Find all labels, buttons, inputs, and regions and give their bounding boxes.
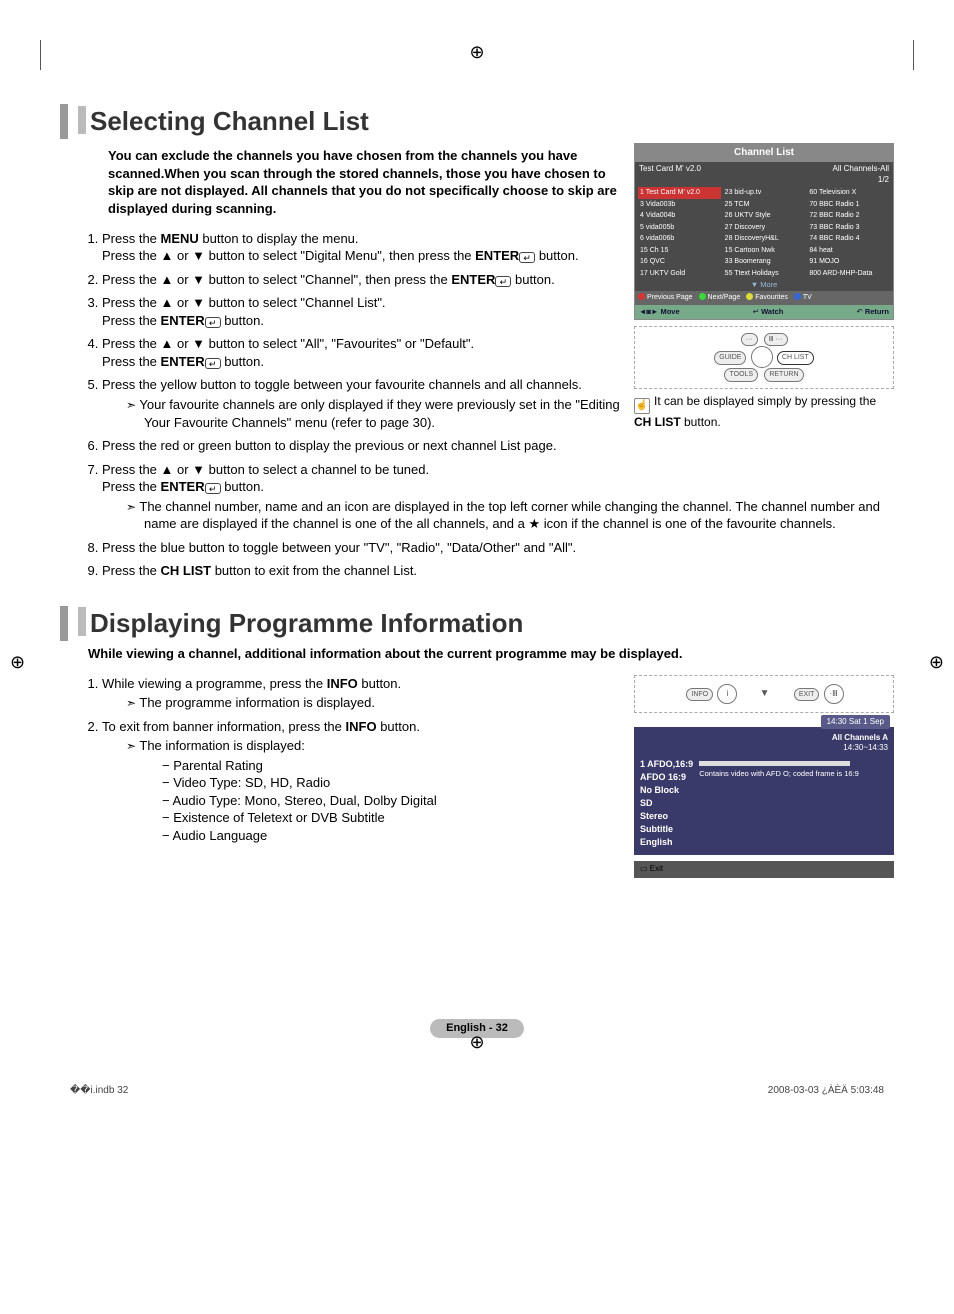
channel-row: 25 TCM — [723, 199, 806, 210]
registration-mark-left: ⊕ — [10, 650, 25, 674]
channel-row: 27 Discovery — [723, 222, 806, 233]
side-note: ☝It can be displayed simply by pressing … — [634, 393, 894, 430]
s2-step-1: While viewing a programme, press the INF… — [102, 675, 620, 712]
section2-intro: While viewing a channel, additional info… — [88, 645, 894, 663]
channel-row: 17 UKTV Gold — [638, 268, 721, 279]
step-7: Press the ▲ or ▼ button to select a chan… — [102, 461, 894, 533]
registration-mark-top: ⊕ — [60, 40, 894, 64]
channel-row: 15 Cartoon Nwk — [723, 245, 806, 256]
info-bullet: − Video Type: SD, HD, Radio — [162, 774, 620, 792]
remote-hint: ··· Ⅲ ··· GUIDE CH LIST TOOLS RETURN — [634, 326, 894, 389]
step-6: Press the red or green button to display… — [102, 437, 894, 455]
enter-icon: ↵ — [205, 483, 221, 494]
step-8: Press the blue button to toggle between … — [102, 539, 894, 557]
info-bullet: − Existence of Teletext or DVB Subtitle — [162, 809, 620, 827]
channel-row: 60 Television X — [807, 187, 890, 198]
info-banner-screenshot: 14:30 Sat 1 Sep All Channels A14:30~14:3… — [634, 727, 894, 856]
hand-icon: ☝ — [634, 398, 650, 414]
section1-steps: Press the MENU button to display the men… — [80, 230, 620, 431]
channel-row: 800 ARD-MHP-Data — [807, 268, 890, 279]
channel-row: 15 Ch 15 — [638, 245, 721, 256]
enter-icon: ↵ — [519, 252, 535, 263]
step-4: Press the ▲ or ▼ button to select "All",… — [102, 335, 620, 370]
registration-mark-bottom: ⊕ — [60, 1030, 894, 1054]
tv-title: Channel List — [635, 144, 893, 162]
section1-intro: You can exclude the channels you have ch… — [108, 147, 620, 217]
s2-step1-note: The programme information is displayed. — [144, 694, 620, 712]
channel-row: 26 UKTV Style — [723, 210, 806, 221]
step7-note: The channel number, name and an icon are… — [144, 498, 894, 533]
step-3: Press the ▲ or ▼ button to select "Chann… — [102, 294, 620, 329]
enter-icon: ↵ — [205, 317, 221, 328]
section1-title: Selecting Channel List — [60, 104, 894, 139]
info-bullet: − Audio Type: Mono, Stereo, Dual, Dolby … — [162, 792, 620, 810]
step-2: Press the ▲ or ▼ button to select "Chann… — [102, 271, 620, 289]
channel-row: 6 vida006b — [638, 233, 721, 244]
step5-note: Your favourite channels are only display… — [144, 396, 620, 431]
channel-list-screenshot: Channel List Test Card M' v2.0All Channe… — [634, 143, 894, 319]
channel-row: 73 BBC Radio 3 — [807, 222, 890, 233]
step-1: Press the MENU button to display the men… — [102, 230, 620, 265]
channel-row: 91 MOJO — [807, 256, 890, 267]
remote-diagram: INFO i EXIT ·Ⅲ — [634, 675, 894, 713]
channel-row: 70 BBC Radio 1 — [807, 199, 890, 210]
info-bullet: − Parental Rating — [162, 757, 620, 775]
channel-row: 23 bid-up.tv — [723, 187, 806, 198]
section1-steps-cont: Press the red or green button to display… — [80, 437, 894, 580]
channel-row: 1 Test Card M' v2.0 — [638, 187, 721, 198]
channel-row: 16 QVC — [638, 256, 721, 267]
channel-row: 4 Vida004b — [638, 210, 721, 221]
step-9: Press the CH LIST button to exit from th… — [102, 562, 894, 580]
step-5: Press the yellow button to toggle betwee… — [102, 376, 620, 431]
channel-row: 72 BBC Radio 2 — [807, 210, 890, 221]
s2-step2-note: The information is displayed: — [144, 737, 620, 755]
s2-step-2: To exit from banner information, press t… — [102, 718, 620, 845]
channel-row: 74 BBC Radio 4 — [807, 233, 890, 244]
document-footer: ��i.indb 32 2008-03-03 ¿ÀÈÄ 5:03:48 — [60, 1084, 894, 1098]
channel-row: 33 Boomerang — [723, 256, 806, 267]
registration-mark-right: ⊕ — [929, 650, 944, 674]
section2-steps: While viewing a programme, press the INF… — [80, 675, 620, 845]
channel-row: 55 Ttext Holidays — [723, 268, 806, 279]
info-bullet: − Audio Language — [162, 827, 620, 845]
enter-icon: ↵ — [205, 358, 221, 369]
channel-row: 3 Vida003b — [638, 199, 721, 210]
section2-title: Displaying Programme Information — [60, 606, 894, 641]
channel-row: 28 DiscoveryH&L — [723, 233, 806, 244]
enter-icon: ↵ — [495, 276, 511, 287]
channel-row: 5 vida005b — [638, 222, 721, 233]
info-exit-bar: ▭ Exit — [634, 861, 894, 878]
channel-row: 84 heat — [807, 245, 890, 256]
